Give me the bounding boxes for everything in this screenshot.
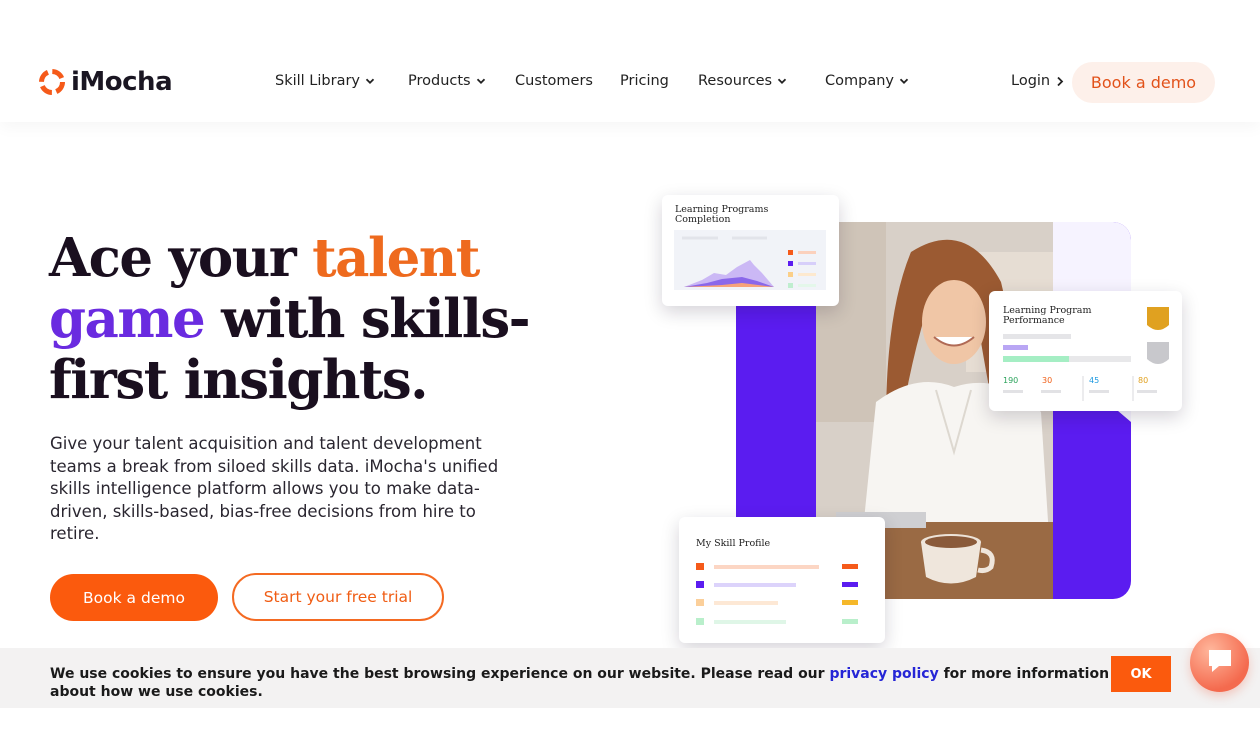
cookie-message: We use cookies to ensure you have the be… (50, 665, 1120, 701)
chevron-down-icon (365, 76, 375, 86)
performance-bars (1003, 307, 1169, 401)
learning-programs-completion-card: Learning Programs Completion (662, 195, 839, 306)
headline-highlight-talent: talent (312, 227, 480, 289)
stat-value: 80 (1138, 376, 1149, 385)
hero-subtext: Give your talent acquisition and talent … (50, 434, 499, 543)
site-header: iMocha Skill Library Products Customers … (0, 0, 1260, 122)
header-book-demo-button[interactable]: Book a demo (1072, 62, 1215, 103)
start-free-trial-button[interactable]: Start your free trial (232, 573, 444, 621)
nav-item-customers[interactable]: Customers (515, 73, 593, 89)
my-skill-profile-card: My Skill Profile (679, 517, 885, 643)
nav-item-resources[interactable]: Resources (698, 73, 787, 89)
headline-text-2: with skills- (204, 288, 531, 350)
chevron-down-icon (899, 76, 909, 86)
nav-item-label: Products (408, 73, 471, 89)
privacy-policy-link[interactable]: privacy policy (829, 666, 938, 682)
login-link[interactable]: Login (1011, 73, 1064, 89)
stat-value: 30 (1042, 376, 1053, 385)
hero-headline: Ace your talent game with skills- first … (49, 228, 569, 411)
headline-text-1: Ace your (49, 227, 313, 289)
nav-item-products[interactable]: Products (408, 73, 486, 89)
chevron-down-icon (777, 76, 787, 86)
nav-item-label: Resources (698, 73, 773, 89)
chat-icon (1205, 646, 1235, 680)
chat-widget-button[interactable] (1190, 633, 1249, 692)
nav-item-label: Pricing (620, 73, 669, 89)
stat-value: 190 (1003, 376, 1019, 385)
login-label: Login (1011, 73, 1051, 89)
learning-program-performance-card: Learning Program Performance 190 30 45 8… (989, 291, 1182, 411)
cookie-text-before: We use cookies to ensure you have the be… (50, 666, 830, 682)
book-demo-button[interactable]: Book a demo (50, 574, 218, 621)
stat-value: 45 (1089, 376, 1100, 385)
chevron-down-icon (476, 76, 486, 86)
main-nav: Skill Library Products Customers Pricing… (0, 73, 1260, 93)
completion-area-chart (674, 230, 826, 290)
chevron-right-icon (1056, 76, 1064, 87)
nav-item-label: Skill Library (275, 73, 360, 89)
nav-item-label: Customers (515, 73, 593, 89)
skill-profile-bars (696, 563, 858, 625)
nav-item-label: Company (825, 73, 894, 89)
cookie-ok-button[interactable]: OK (1111, 656, 1171, 692)
headline-text-3: first insights. (49, 349, 429, 411)
nav-item-pricing[interactable]: Pricing (620, 73, 669, 89)
nav-item-skill-library[interactable]: Skill Library (275, 73, 375, 89)
nav-item-company[interactable]: Company (825, 73, 909, 89)
headline-highlight-game: game (49, 288, 206, 350)
